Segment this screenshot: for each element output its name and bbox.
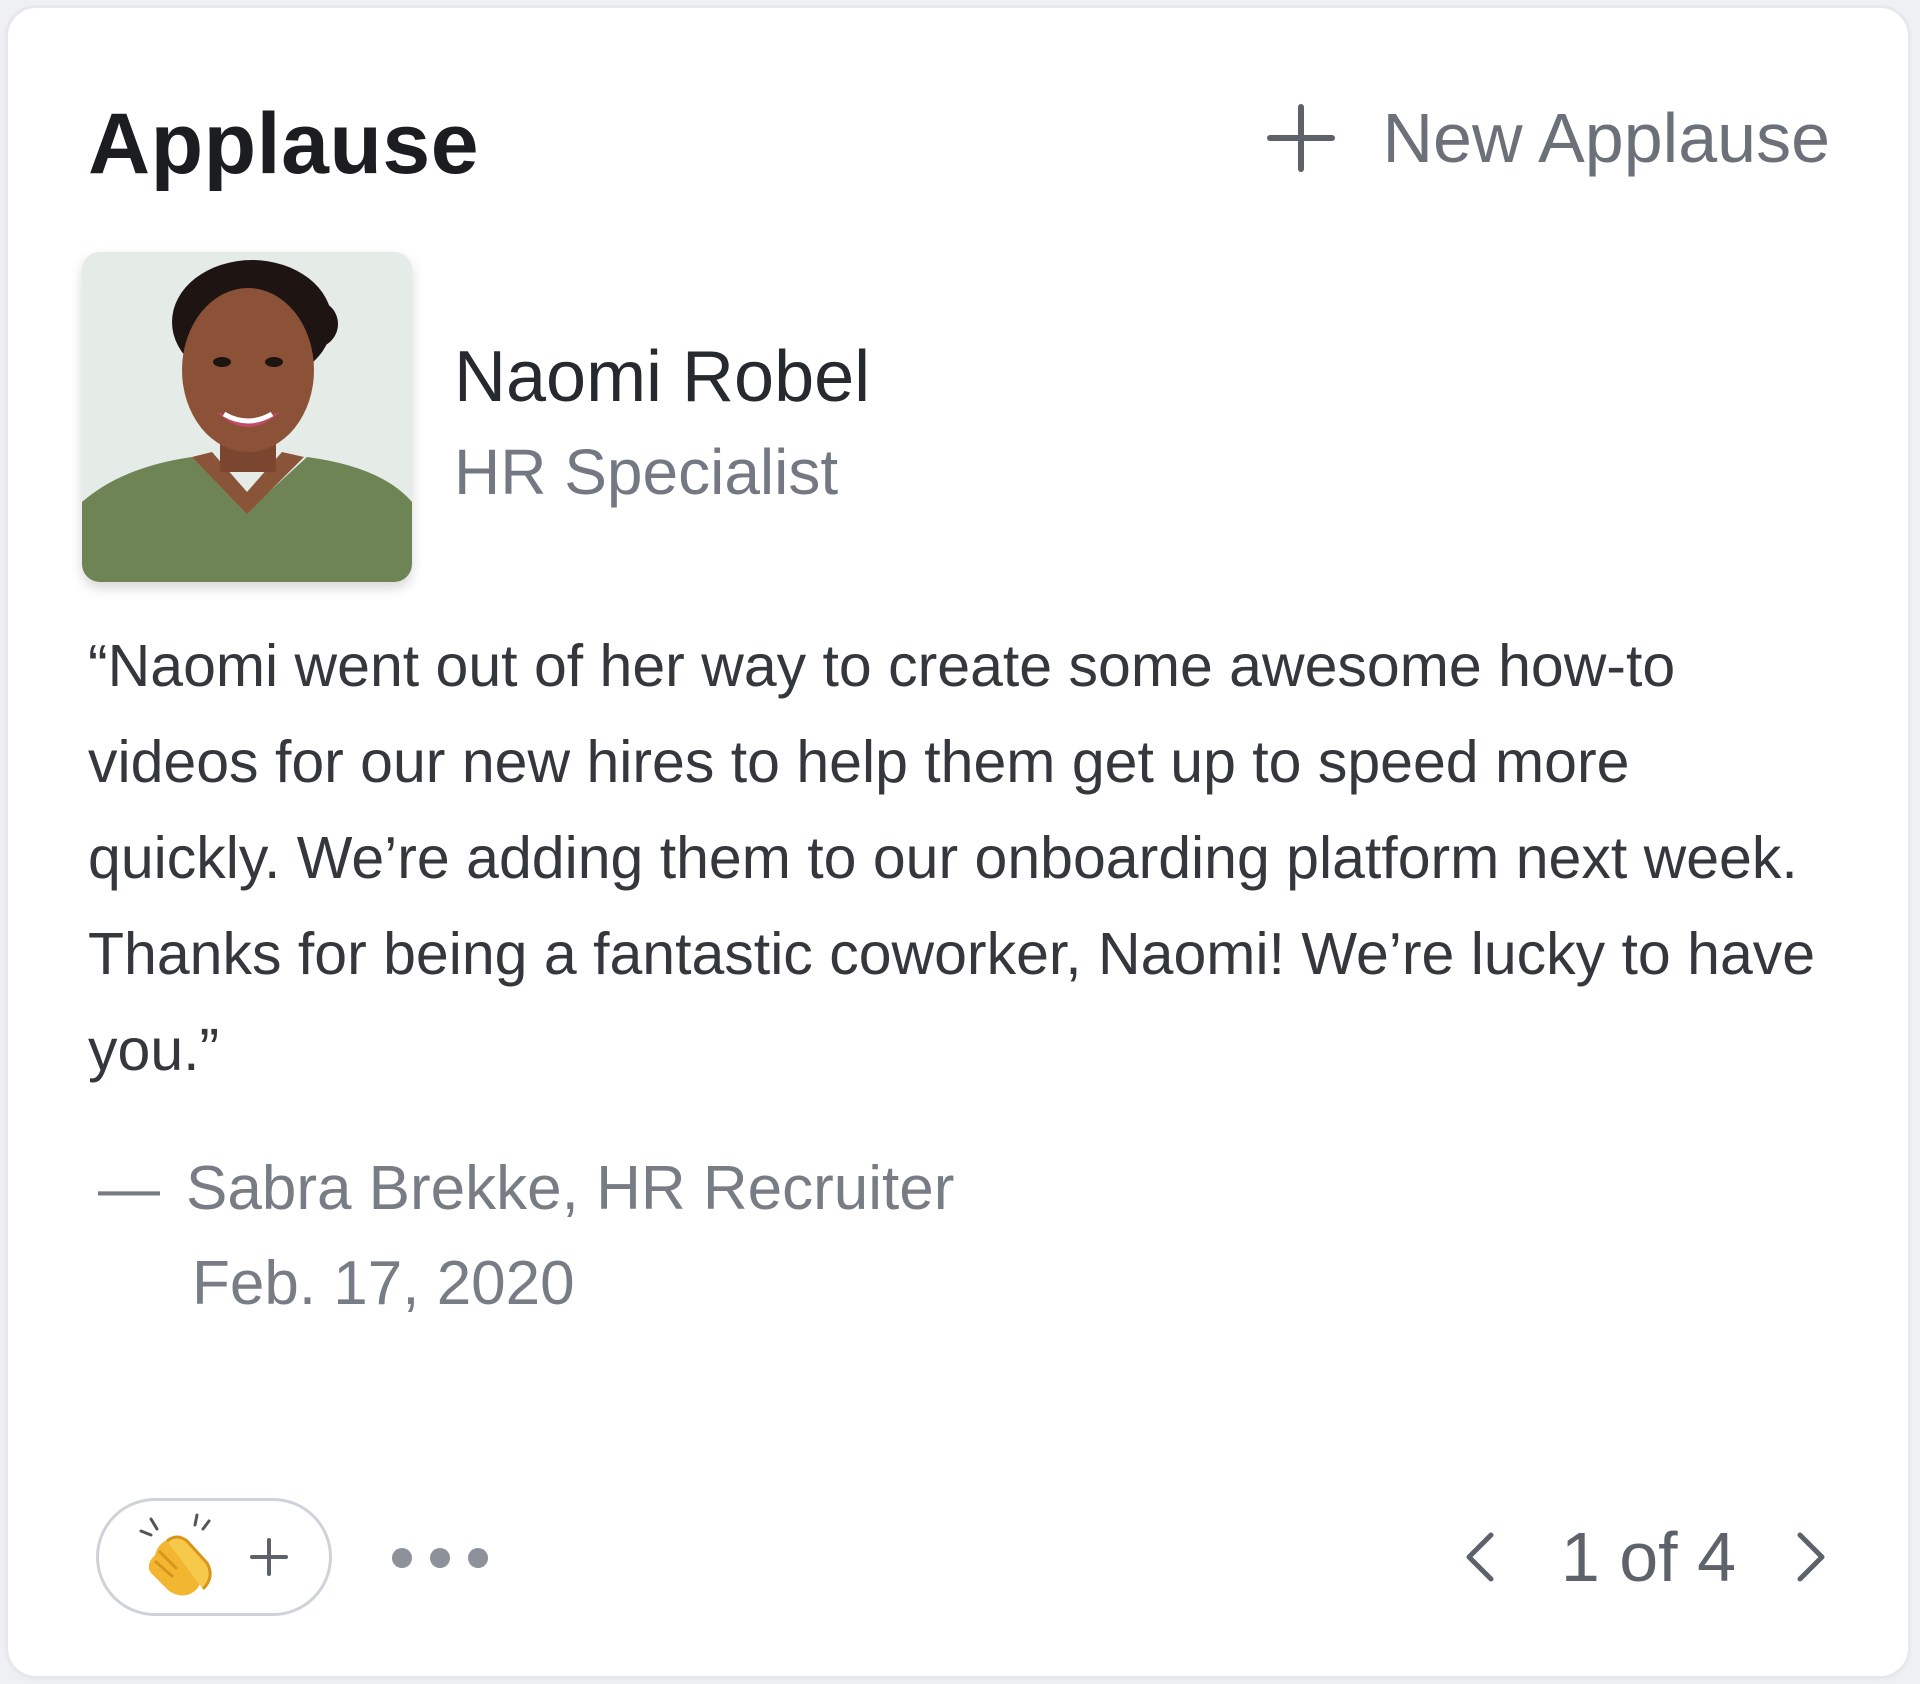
pagination: 1 of 4 <box>1461 1512 1830 1602</box>
chevron-right-icon[interactable] <box>1790 1529 1830 1585</box>
author-name: Sabra Brekke, HR Recruiter <box>186 1154 955 1223</box>
recipient-photo <box>82 252 412 582</box>
recipient-avatar[interactable] <box>82 252 412 582</box>
widget-title: Applause <box>88 96 480 192</box>
plus-icon <box>1267 104 1336 172</box>
add-reaction-plus-icon <box>250 1538 288 1576</box>
new-applause-button[interactable]: New Applause <box>1266 98 1830 178</box>
applause-message: “Naomi went out of her way to create som… <box>88 633 1816 1083</box>
applause-date: Feb. 17, 2020 <box>192 1249 575 1318</box>
add-reaction-button[interactable] <box>96 1498 332 1616</box>
applause-card: Applause New Applause Naomi Robel HR Spe… <box>8 8 1908 1676</box>
author-dash: — <box>98 1154 160 1223</box>
recipient-role: HR Specialist <box>454 436 839 508</box>
chevron-left-icon[interactable] <box>1461 1529 1501 1585</box>
applause-author: — Sabra Brekke, HR Recruiter <box>98 1146 954 1232</box>
page-indicator: 1 of 4 <box>1560 1518 1736 1596</box>
clapping-hands-icon <box>139 1513 212 1596</box>
recipient-name: Naomi Robel <box>454 337 871 417</box>
new-applause-label: New Applause <box>1382 99 1830 177</box>
more-options-icon[interactable] <box>388 1528 492 1588</box>
